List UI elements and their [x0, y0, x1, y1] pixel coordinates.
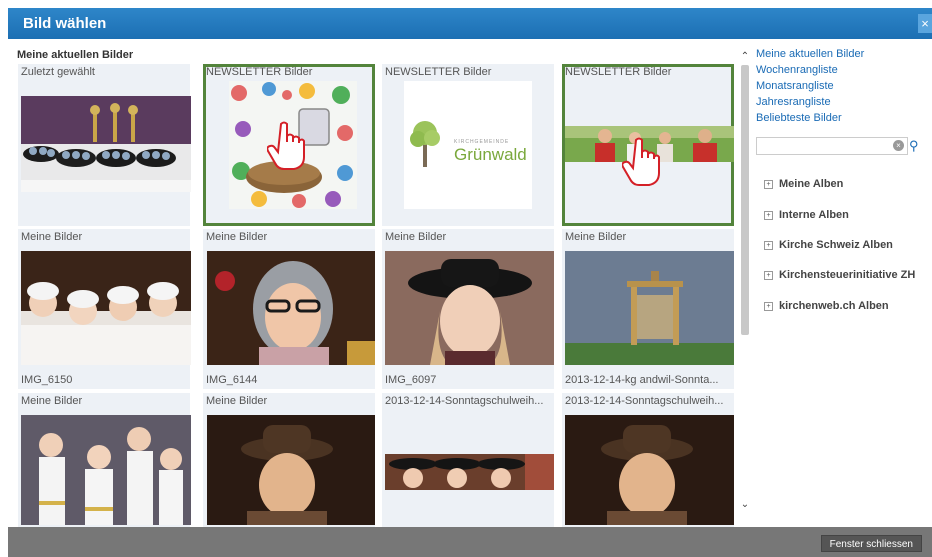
hand-cursor-icon — [622, 137, 660, 186]
thumb-hats-banner — [385, 454, 554, 490]
image-tile[interactable]: Meine Bilder — [203, 393, 375, 527]
search-input[interactable] — [759, 140, 888, 156]
image-tile[interactable]: Meine Bilder IMG_6097 — [382, 229, 554, 389]
tile-filename: IMG_6097 — [385, 374, 437, 386]
tile-caption: NEWSLETTER Bilder — [565, 66, 672, 78]
image-tile[interactable]: 2013-12-14-Sonntagschulweih... — [382, 393, 554, 527]
sidebar-link-yearly[interactable]: Jahresrangliste — [756, 94, 926, 110]
dialog-title: Bild wählen — [23, 15, 107, 32]
expand-icon: + — [764, 241, 773, 250]
sidebar-link-popular[interactable]: Beliebteste Bilder — [756, 110, 926, 126]
tile-caption: Meine Bilder — [21, 395, 83, 407]
search-box — [756, 137, 908, 156]
thumb-girl-glasses — [207, 251, 375, 365]
album-church-tax[interactable]: + Kirchensteuerinitiative ZH — [764, 269, 915, 281]
tile-caption: Meine Bilder — [385, 231, 447, 243]
close-window-button[interactable]: Fenster schliessen — [820, 535, 922, 552]
tile-caption: NEWSLETTER Bilder — [206, 66, 313, 78]
clear-search-icon[interactable]: × — [893, 140, 904, 151]
tile-caption: Meine Bilder — [565, 231, 627, 243]
tile-caption: Meine Bilder — [206, 231, 268, 243]
expand-icon: + — [764, 211, 773, 220]
album-church-switzerland[interactable]: + Kirche Schweiz Alben — [764, 239, 893, 251]
tile-caption: 2013-12-14-Sonntagschulweih... — [385, 395, 544, 407]
logo-name: Grünwald — [454, 145, 527, 164]
tile-caption: Zuletzt gewählt — [21, 66, 95, 78]
album-label: Interne Alben — [779, 209, 849, 221]
image-tile[interactable]: NEWSLETTER Bilder KIRCHGEMEINDE Grünwald — [382, 64, 554, 226]
tile-filename: 2013-12-14-kg andwil-Sonnta... — [565, 374, 719, 386]
scrollbar-thumb[interactable] — [741, 65, 749, 335]
image-tile-selected[interactable]: NEWSLETTER Bilder — [562, 64, 734, 226]
sidebar-link-weekly[interactable]: Wochenrangliste — [756, 62, 926, 78]
image-tile[interactable]: Meine Bilder — [18, 393, 191, 527]
tile-filename: IMG_6144 — [206, 374, 258, 386]
sidebar-links: Meine aktuellen Bilder Wochenrangliste M… — [756, 46, 926, 126]
image-tile[interactable]: Meine Bilder 2013-12-14-kg andwil-Sonnta… — [562, 229, 734, 389]
image-grid: Zuletzt gewählt NEWSLETTER Bilder NEWSLE… — [18, 64, 738, 527]
thumb-angel-children — [21, 415, 191, 525]
album-label: Meine Alben — [779, 178, 844, 190]
expand-icon: + — [764, 180, 773, 189]
close-icon[interactable]: × — [918, 14, 932, 33]
sidebar-link-monthly[interactable]: Monatsrangliste — [756, 78, 926, 94]
image-tile[interactable]: Meine Bilder IMG_6144 — [203, 229, 375, 389]
image-tile-selected[interactable]: NEWSLETTER Bilder — [203, 64, 375, 226]
expand-icon: + — [764, 302, 773, 311]
grid-scrollbar[interactable]: ⌃ ⌄ — [739, 47, 751, 525]
hand-cursor-icon — [267, 121, 305, 170]
tile-caption: Meine Bilder — [206, 395, 268, 407]
dialog-titlebar: Bild wählen × — [8, 8, 932, 39]
image-tile[interactable]: 2013-12-14-Sonntagschulweih... — [562, 393, 734, 527]
album-my[interactable]: + Meine Alben — [764, 178, 843, 190]
thumb-gruenwald-logo: KIRCHGEMEINDE Grünwald — [404, 81, 532, 209]
chevron-up-icon[interactable]: ⌃ — [739, 51, 751, 63]
album-label: Kirche Schweiz Alben — [779, 239, 893, 251]
section-title: Meine aktuellen Bilder — [17, 49, 134, 61]
tile-caption: 2013-12-14-Sonntagschulweih... — [565, 395, 724, 407]
thumb-wooden-structure — [565, 251, 734, 365]
album-label: Kirchensteuerinitiative ZH — [779, 269, 916, 281]
thumb-boy-hat — [207, 415, 375, 525]
tile-filename: IMG_6150 — [21, 374, 73, 386]
thumb-chalices — [21, 96, 191, 192]
thumb-boy-hat-2 — [565, 415, 734, 525]
tile-caption: NEWSLETTER Bilder — [385, 66, 492, 78]
chevron-down-icon[interactable]: ⌄ — [739, 499, 751, 511]
image-tile[interactable]: Meine Bilder IMG_6150 — [18, 229, 191, 389]
thumb-children-choir — [21, 251, 191, 365]
sidebar-link-current[interactable]: Meine aktuellen Bilder — [756, 46, 926, 62]
album-internal[interactable]: + Interne Alben — [764, 209, 849, 221]
album-label: kirchenweb.ch Alben — [779, 300, 889, 312]
expand-icon: + — [764, 271, 773, 280]
image-tile[interactable]: Zuletzt gewählt — [18, 64, 191, 226]
album-kirchenweb[interactable]: + kirchenweb.ch Alben — [764, 300, 889, 312]
dialog-footer: Fenster schliessen — [8, 527, 932, 557]
thumb-girl-hat — [385, 251, 554, 365]
tile-caption: Meine Bilder — [21, 231, 83, 243]
search-icon[interactable]: ⚲ — [909, 138, 919, 154]
